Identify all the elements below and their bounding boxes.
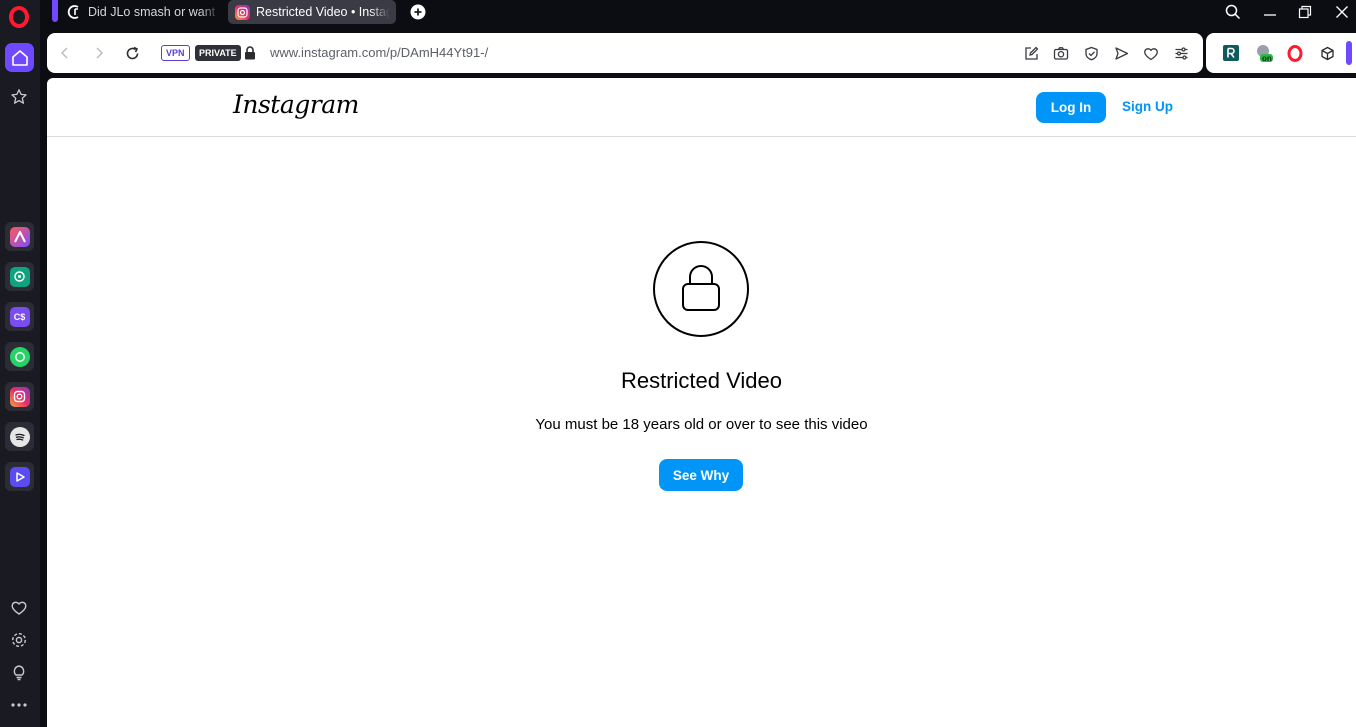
settings-button[interactable] [7,628,31,652]
extension-on-badge: on [1262,54,1272,63]
sidebar-app-player[interactable] [5,462,34,491]
web-page: Instagram Log In Sign Up Restricted Vide… [47,78,1356,727]
favorites-button[interactable] [7,596,31,620]
bookmarks-button[interactable] [6,84,32,110]
pencil-icon [1024,46,1038,60]
sidebar-app-chatgpt[interactable] [5,262,34,291]
restricted-lock-badge [653,241,749,337]
restore-button[interactable] [1295,2,1315,22]
new-tab-button[interactable] [409,3,427,21]
signup-link[interactable]: Sign Up [1122,99,1173,114]
opera-icon [1287,44,1303,62]
aria-icon [9,226,30,247]
plus-icon [410,4,426,20]
home-icon [11,49,28,66]
sidebar-app-whatsapp[interactable] [5,342,34,371]
extension-readwise-button[interactable] [1221,43,1241,63]
extensions-menu-button[interactable] [1317,43,1337,63]
tab-jlo[interactable]: Did JLo smash or want to [60,0,226,24]
browser-sidebar: C$ [0,0,40,727]
extensions-bar: on [1206,33,1356,73]
instagram-icon [9,386,30,407]
minimize-button[interactable] [1260,2,1280,22]
sidebar-app-cs[interactable]: C$ [5,302,34,331]
shield-icon [1084,46,1098,60]
spotify-icon [9,426,30,447]
readwise-icon [1223,45,1239,61]
whatsapp-icon [9,346,30,367]
more-button[interactable] [7,693,31,717]
search-icon [1225,4,1241,20]
back-button[interactable] [55,43,75,63]
instagram-favicon-icon [234,4,250,20]
gear-icon [11,632,27,648]
lock-icon [682,265,720,311]
site-favicon-icon [66,4,82,20]
sidebar-app-aria[interactable] [5,222,34,251]
edit-page-button[interactable] [1021,43,1041,63]
star-icon [11,89,27,104]
url-text[interactable]: www.instagram.com/p/DAmH44Yt91-/ [270,45,488,60]
address-bar: VPN PRIVATE www.instagram.com/p/DAmH44Yt… [47,33,1203,73]
chevron-left-icon [60,47,68,59]
tab-title: Restricted Video • Instagram [256,5,390,19]
chatgpt-icon [9,266,30,287]
send-icon [1114,46,1128,60]
extension-toggle-button[interactable]: on [1254,43,1274,63]
close-icon [1336,6,1348,18]
snapshot-button[interactable] [1051,43,1071,63]
restricted-title: Restricted Video [620,368,782,393]
secure-lock-icon[interactable] [243,45,257,61]
home-button[interactable] [5,43,34,72]
instagram-logo[interactable]: Instagram [233,90,359,119]
opera-logo-icon[interactable] [9,6,29,28]
tab-search-button[interactable] [1223,2,1243,22]
camera-icon [1053,46,1069,60]
player-icon [9,466,30,487]
sliders-icon [1175,46,1187,60]
bookmark-page-button[interactable] [1141,43,1161,63]
minimize-icon [1264,14,1276,16]
cube-icon [1320,46,1334,60]
cs-icon: C$ [9,306,30,327]
restore-icon [1298,5,1312,19]
instagram-header: Instagram Log In Sign Up [47,78,1356,137]
extension-opera-button[interactable] [1285,43,1305,63]
forward-button[interactable] [89,43,109,63]
reload-icon [126,46,138,59]
tab-instagram[interactable]: Restricted Video • Instagram [228,0,396,24]
tab-group-accent [52,0,58,22]
vpn-badge[interactable]: VPN [161,45,190,61]
chevron-right-icon [96,47,104,59]
restricted-message: You must be 18 years old or over to see … [535,416,868,433]
easy-setup-button[interactable] [1171,43,1191,63]
lightbulb-icon [13,665,25,681]
sidebar-app-spotify[interactable] [5,422,34,451]
reload-button[interactable] [122,43,142,63]
heart-icon [1144,47,1158,60]
close-window-button[interactable] [1332,2,1352,22]
send-button[interactable] [1111,43,1131,63]
extensions-accent [1346,41,1352,65]
more-dots-icon [11,703,27,707]
sidebar-app-instagram[interactable] [5,382,34,411]
tips-button[interactable] [7,660,31,684]
tab-title: Did JLo smash or want to [88,5,220,19]
private-badge: PRIVATE [195,45,241,61]
adblock-button[interactable] [1081,43,1101,63]
heart-icon [11,601,27,615]
see-why-button[interactable]: See Why [659,459,743,491]
login-button[interactable]: Log In [1036,92,1106,123]
